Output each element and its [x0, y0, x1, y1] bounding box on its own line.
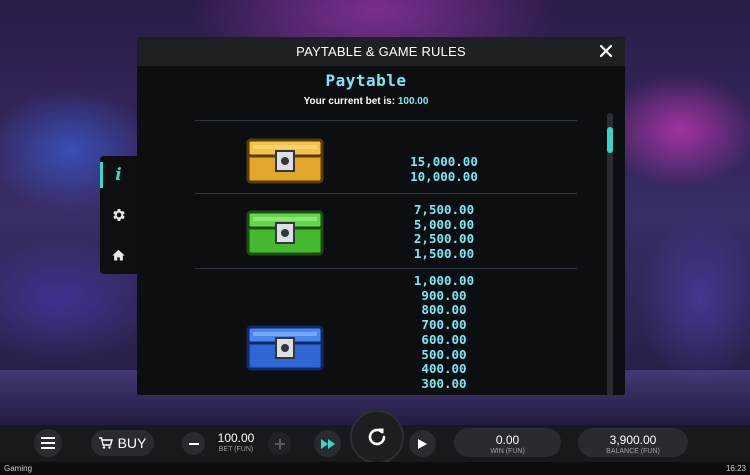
win-display: 0.00 WIN (FUN): [454, 428, 561, 457]
hamburger-icon: [41, 437, 55, 449]
status-bar: Gaming 16:23: [0, 462, 750, 475]
bet-decrease-button[interactable]: [182, 432, 205, 455]
paytable-heading: Paytable: [325, 71, 407, 90]
home-button[interactable]: [100, 236, 137, 274]
refresh-icon: [368, 428, 386, 446]
buy-button[interactable]: BUY: [91, 430, 154, 456]
divider: [195, 268, 577, 269]
bet-value: 100.00: [217, 431, 255, 445]
fast-forward-icon: [320, 438, 335, 449]
blue-payouts: 1,000.00 900.00 800.00 700.00 600.00 500…: [369, 273, 519, 392]
payout-value: 700.00: [421, 317, 467, 333]
home-icon: [112, 249, 125, 260]
win-label: WIN (FUN): [490, 448, 525, 455]
autoplay-button[interactable]: [409, 430, 436, 457]
current-bet-line: Your current bet is: 100.00: [137, 96, 595, 107]
spin-button[interactable]: [350, 410, 404, 464]
balance-value: 3,900.00: [609, 433, 657, 447]
balance-label: BALANCE (FUN): [606, 448, 660, 455]
payout-value: 7,500.00: [413, 202, 475, 217]
payout-value: 600.00: [421, 331, 467, 347]
minus-icon: [188, 442, 199, 445]
blue-chest-icon: [245, 324, 325, 377]
payout-value: 15,000.00: [410, 154, 478, 169]
plus-icon: [274, 438, 285, 449]
paytable-modal: PAYTABLE & GAME RULES Paytable Your curr…: [137, 37, 625, 395]
divider: [195, 120, 577, 121]
current-bet-value: 100.00: [397, 96, 429, 107]
bet-increase-button[interactable]: [268, 432, 291, 455]
payout-value: 10,000.00: [410, 168, 478, 184]
divider: [195, 193, 577, 194]
modal-title: PAYTABLE & GAME RULES: [296, 44, 466, 59]
balance-display: 3,900.00 BALANCE (FUN): [578, 428, 688, 457]
green-payouts: 7,500.00 5,000.00 2,500.00 1,500.00: [369, 202, 519, 262]
bet-label: BET (FUN): [218, 446, 254, 453]
payout-value: 300.00: [421, 375, 467, 391]
gear-icon: [112, 209, 125, 221]
side-menu: i: [100, 156, 137, 274]
payout-value: 800.00: [421, 302, 467, 318]
menu-button[interactable]: [34, 429, 62, 457]
scrollbar-thumb[interactable]: [607, 127, 613, 153]
payout-value: 1,500.00: [413, 246, 475, 262]
modal-body: Paytable Your current bet is: 100.00 15,…: [137, 66, 625, 395]
play-icon: [418, 438, 427, 449]
info-icon: i: [115, 165, 122, 185]
turbo-button[interactable]: [314, 430, 341, 457]
clock: 16:23: [725, 464, 746, 473]
win-value: 0.00: [495, 433, 520, 447]
green-chest-icon: [245, 209, 325, 262]
current-bet-label: Your current bet is:: [303, 96, 396, 107]
app-name: Gaming: [4, 464, 33, 473]
close-button[interactable]: [597, 42, 615, 60]
cart-icon: [98, 437, 113, 449]
modal-header: PAYTABLE & GAME RULES: [137, 37, 625, 66]
payout-value: 5,000.00: [413, 216, 475, 232]
payout-value: 1,000.00: [413, 273, 475, 288]
scrollbar[interactable]: [607, 113, 613, 395]
settings-button[interactable]: [100, 196, 137, 234]
gold-payouts: 15,000.00 10,000.00: [369, 154, 519, 184]
gold-chest-icon: [245, 137, 325, 190]
buy-label: BUY: [117, 435, 147, 451]
payout-value: 900.00: [421, 287, 467, 303]
payout-value: 2,500.00: [413, 231, 475, 247]
payout-value: 400.00: [421, 361, 467, 377]
close-icon: [600, 45, 612, 57]
info-button[interactable]: i: [100, 156, 137, 194]
payout-value: 500.00: [421, 346, 467, 362]
